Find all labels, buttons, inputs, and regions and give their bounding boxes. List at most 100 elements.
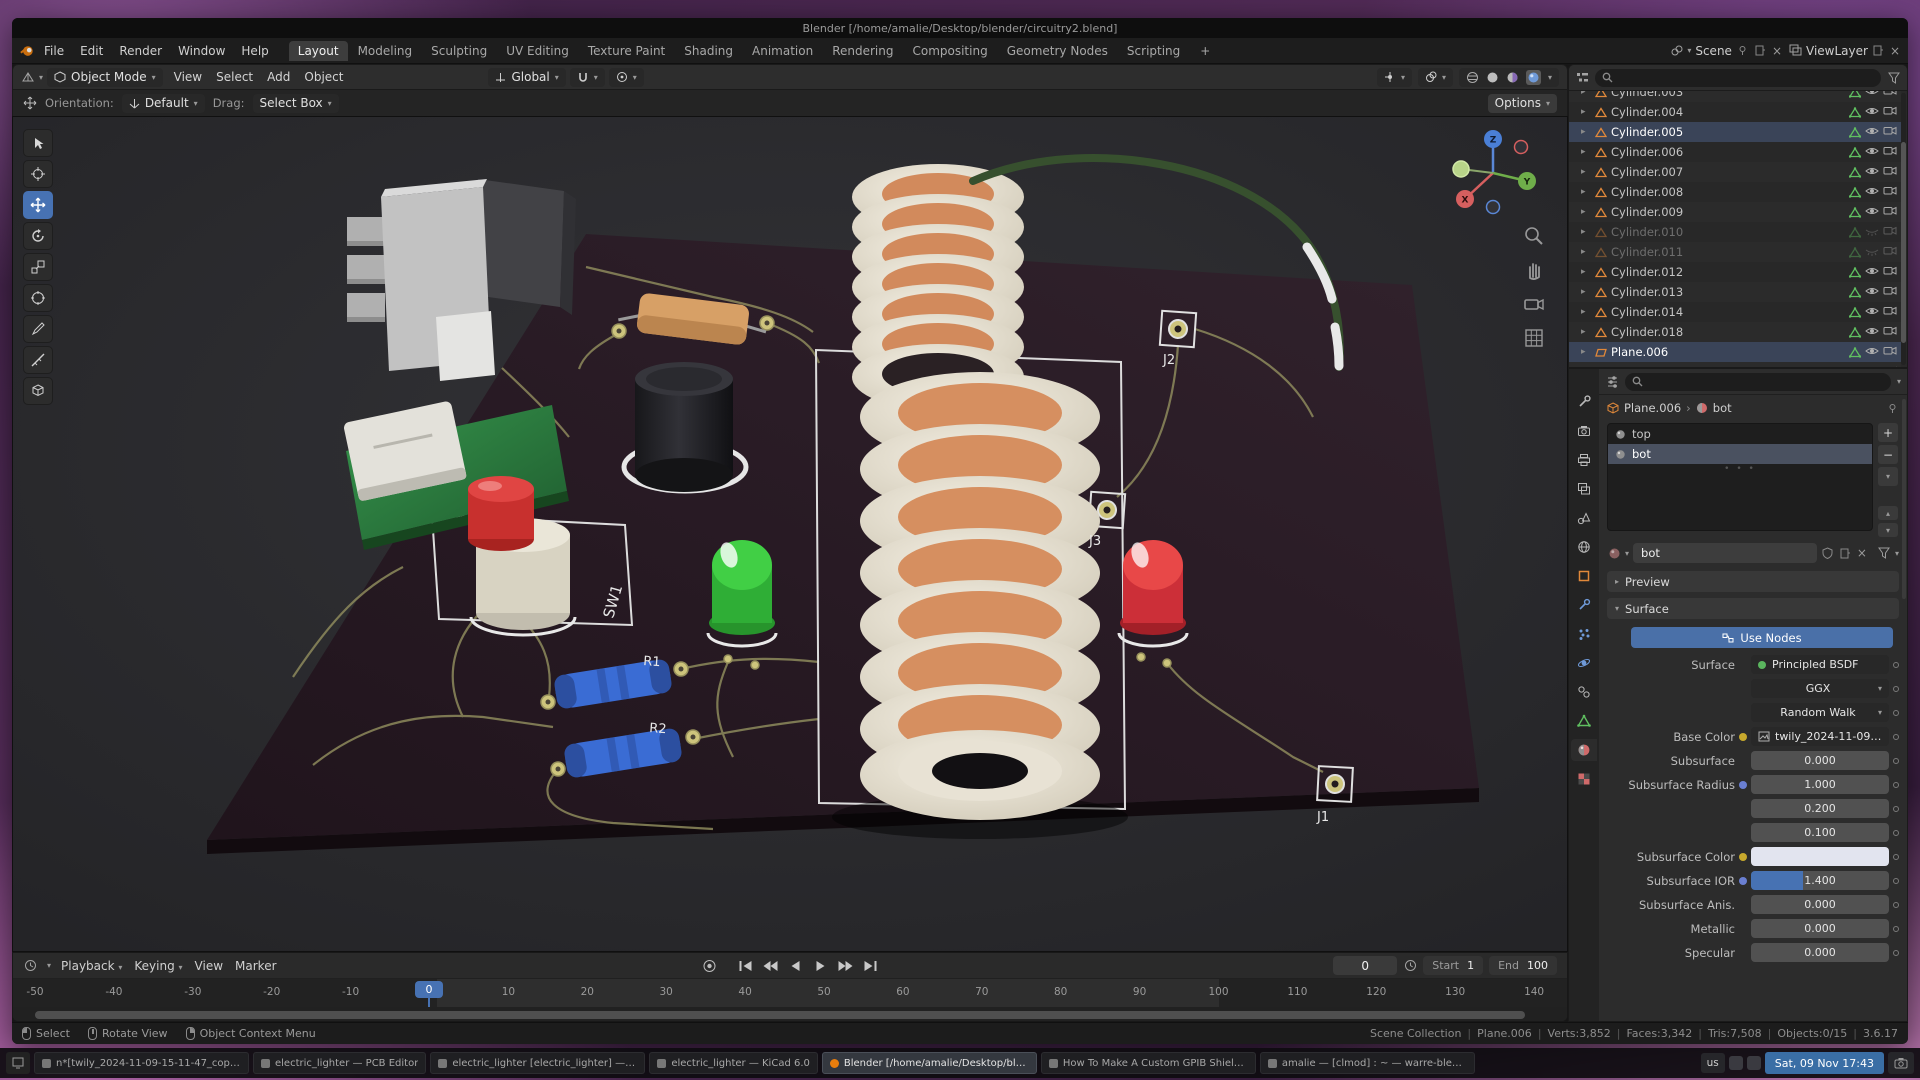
hide-toggle-open[interactable] xyxy=(1865,125,1879,140)
expand-arrow-icon[interactable]: ▸ xyxy=(1581,287,1591,297)
properties-tab-particles[interactable] xyxy=(1571,623,1597,645)
slot-move-down-button[interactable]: ▾ xyxy=(1878,523,1898,537)
outliner-row[interactable]: ▸Cylinder.008 xyxy=(1569,182,1901,202)
object-name[interactable]: Cylinder.018 xyxy=(1611,325,1845,339)
slot-move-up-button[interactable]: ▴ xyxy=(1878,506,1898,520)
outliner-row[interactable]: ▸Plane.006 xyxy=(1569,342,1901,362)
decorator-dot-icon[interactable] xyxy=(1893,902,1899,908)
options-dropdown[interactable]: Options ▾ xyxy=(1488,94,1557,113)
tool-measure[interactable] xyxy=(23,346,53,374)
gizmo-axis-neg-x[interactable] xyxy=(1515,141,1528,154)
ortho-grid-icon[interactable] xyxy=(1523,327,1545,349)
enum-dropdown[interactable]: GGX▾ xyxy=(1751,679,1889,698)
disable-in-renders-toggle[interactable] xyxy=(1883,305,1897,319)
timeline-ruler[interactable]: 0 -50-40-30-20-1001020304050607080901001… xyxy=(13,979,1567,1007)
decorator-dot-icon[interactable] xyxy=(1893,686,1899,692)
decorator-dot-icon[interactable] xyxy=(1893,734,1899,740)
decorator-dot-icon[interactable] xyxy=(1893,926,1899,932)
taskbar-window-blender[interactable]: Blender [/home/amalie/Desktop/blender/ci… xyxy=(822,1052,1037,1074)
disable-in-renders-toggle[interactable] xyxy=(1883,145,1897,159)
timeline-menu-playback[interactable]: Playback ▾ xyxy=(61,959,122,973)
decorator-dot-icon[interactable] xyxy=(1893,878,1899,884)
disable-in-renders-toggle[interactable] xyxy=(1883,265,1897,279)
expand-arrow-icon[interactable]: ▸ xyxy=(1581,227,1591,237)
blender-logo-icon[interactable] xyxy=(20,44,34,58)
decorator-dot-icon[interactable] xyxy=(1893,806,1899,812)
play-reverse-icon[interactable] xyxy=(785,957,807,975)
disable-in-renders-toggle[interactable] xyxy=(1883,185,1897,199)
next-keyframe-icon[interactable] xyxy=(835,957,857,975)
value-slider[interactable]: 0.000 xyxy=(1751,943,1889,962)
hide-toggle-closed[interactable] xyxy=(1865,245,1879,260)
outliner-search-input[interactable] xyxy=(1595,69,1881,87)
value-slider[interactable]: 1.400 xyxy=(1751,871,1889,890)
timeline-scroll-thumb[interactable] xyxy=(35,1011,1525,1019)
new-material-icon[interactable] xyxy=(1839,546,1853,560)
keyboard-layout-indicator[interactable]: us xyxy=(1701,1053,1725,1073)
outliner-row[interactable]: ▸ Cylinder.013 xyxy=(1569,282,1901,302)
properties-scrollbar[interactable] xyxy=(1902,399,1906,599)
object-name[interactable]: Cylinder.007 xyxy=(1611,165,1845,179)
prev-keyframe-icon[interactable] xyxy=(760,957,782,975)
menu-render[interactable]: Render xyxy=(111,41,170,61)
object-name[interactable]: Cylinder.009 xyxy=(1611,205,1845,219)
decorator-dot-icon[interactable] xyxy=(1893,782,1899,788)
frame-end-field[interactable]: End 100 xyxy=(1489,956,1557,975)
expand-arrow-icon[interactable]: ▸ xyxy=(1581,167,1591,177)
new-viewlayer-icon[interactable] xyxy=(1872,44,1886,58)
navigation-gizmo[interactable]: Z Y X xyxy=(1433,123,1553,226)
properties-tab-constraints[interactable] xyxy=(1571,681,1597,703)
timeline-editor-icon[interactable] xyxy=(23,959,37,973)
shading-wireframe-icon[interactable] xyxy=(1466,71,1479,84)
workspace-tab-modeling[interactable]: Modeling xyxy=(349,41,422,61)
browse-material-icon[interactable] xyxy=(1607,546,1621,560)
timeline-menu-keying[interactable]: Keying ▾ xyxy=(134,959,182,973)
drag-setting-dropdown[interactable]: Select Box ▾ xyxy=(253,94,339,113)
menu-window[interactable]: Window xyxy=(170,41,233,61)
object-name[interactable]: Cylinder.013 xyxy=(1611,285,1845,299)
properties-tab-output[interactable] xyxy=(1571,449,1597,471)
object-name[interactable]: Cylinder.008 xyxy=(1611,185,1845,199)
decorator-dot-icon[interactable] xyxy=(1893,950,1899,956)
show-desktop-button[interactable] xyxy=(6,1052,30,1074)
proportional-editing-dropdown[interactable]: ▾ xyxy=(609,68,644,87)
workspace-tab-uv-editing[interactable]: UV Editing xyxy=(497,41,578,61)
orientation-setting-dropdown[interactable]: Default ▾ xyxy=(122,94,205,113)
viewport-menu-add[interactable]: Add xyxy=(260,67,297,87)
viewlayer-selector[interactable]: ViewLayer × xyxy=(1788,44,1900,58)
value-slider[interactable]: 0.200 xyxy=(1751,799,1889,818)
properties-editor-icon[interactable] xyxy=(1605,375,1619,389)
slots-resize-grip[interactable]: • • • xyxy=(1608,464,1872,474)
hide-toggle-open[interactable] xyxy=(1865,105,1879,120)
taskbar-window-pcb[interactable]: electric_lighter — PCB Editor xyxy=(253,1052,426,1074)
auto-keying-icon[interactable] xyxy=(699,957,721,975)
tool-scale[interactable] xyxy=(23,253,53,281)
outliner-row[interactable]: ▸Cylinder.004 xyxy=(1569,102,1901,122)
timeline-menu-marker[interactable]: Marker xyxy=(235,959,276,973)
disable-in-renders-toggle[interactable] xyxy=(1883,325,1897,339)
frame-start-field[interactable]: Start 1 xyxy=(1423,956,1483,975)
properties-tab-scene[interactable] xyxy=(1571,507,1597,529)
hide-toggle-open[interactable] xyxy=(1865,91,1879,100)
mode-dropdown[interactable]: Object Mode ▾ xyxy=(47,68,163,87)
viewport-3d[interactable]: SW1 R1 R2 J1 J2 J3 xyxy=(12,116,1568,952)
disable-in-renders-toggle[interactable] xyxy=(1883,91,1897,99)
outliner-row[interactable]: ▸Cylinder.006 xyxy=(1569,142,1901,162)
outliner-row[interactable]: ▸Cylinder.018 xyxy=(1569,322,1901,342)
taskbar-window-gimp[interactable]: n*[twily_2024-11-09-15-11-47_cop2] (expo… xyxy=(34,1052,249,1074)
filter-icon[interactable] xyxy=(1877,546,1891,560)
disable-in-renders-toggle[interactable] xyxy=(1883,225,1897,239)
surface-section-header[interactable]: ▾ Surface xyxy=(1607,598,1899,619)
breadcrumb-object[interactable]: Plane.006 xyxy=(1624,401,1681,415)
workspace-tab-sculpting[interactable]: Sculpting xyxy=(422,41,496,61)
breadcrumb-material[interactable]: bot xyxy=(1713,401,1732,415)
current-frame-field[interactable]: 0 xyxy=(1333,956,1397,975)
unlink-scene-icon[interactable]: × xyxy=(1772,44,1782,58)
workspace-tab-scripting[interactable]: Scripting xyxy=(1118,41,1189,61)
workspace-tab-animation[interactable]: Animation xyxy=(743,41,822,61)
outliner-scrollbar[interactable] xyxy=(1901,93,1906,365)
disable-in-renders-toggle[interactable] xyxy=(1883,165,1897,179)
jump-to-start-icon[interactable] xyxy=(735,957,757,975)
enum-dropdown[interactable]: Random Walk▾ xyxy=(1751,703,1889,722)
camera-view-icon[interactable] xyxy=(1523,293,1545,315)
